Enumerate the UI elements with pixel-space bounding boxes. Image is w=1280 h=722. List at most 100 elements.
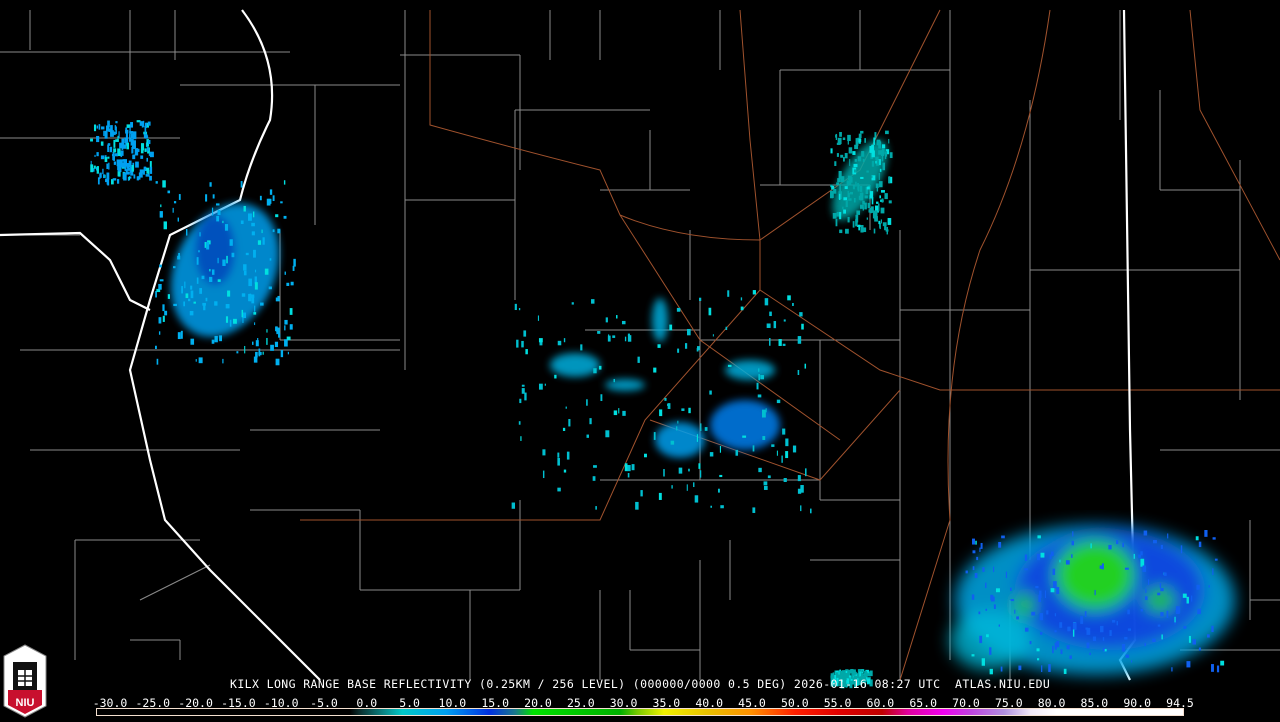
echo-speckle	[267, 198, 272, 204]
echo-speckle	[184, 281, 186, 289]
echo-speckle	[1160, 587, 1164, 592]
echo-speckle	[272, 195, 275, 202]
echo-speckle	[986, 634, 989, 638]
echo-speckle	[985, 582, 987, 589]
echo-speckle	[860, 192, 863, 196]
echo-speckle	[879, 195, 882, 199]
echo-speckle	[1211, 625, 1214, 633]
echo-speckle	[836, 142, 841, 145]
echo-speckle	[106, 163, 109, 169]
echo-speckle	[861, 669, 864, 673]
echo-speckle	[735, 449, 739, 456]
echo-speckle	[845, 228, 849, 234]
echo-speckle	[280, 350, 284, 358]
echo-speckle	[719, 446, 722, 453]
echo-speckle	[1014, 609, 1016, 614]
echo-speckle	[699, 470, 702, 478]
echo-speckle	[258, 348, 261, 357]
echo-speckle	[104, 130, 108, 139]
echo-speckle	[1212, 568, 1214, 576]
echo-speckle	[785, 451, 789, 459]
echo-speckle	[1060, 649, 1063, 655]
echo-speckle	[792, 445, 797, 453]
echo-speckle	[284, 271, 286, 275]
echo-speckle	[860, 176, 864, 179]
echo-speckle	[605, 430, 610, 438]
echo-speckle	[160, 204, 162, 208]
echo-speckle	[557, 487, 561, 492]
echo-speckle	[752, 507, 756, 513]
echo-speckle	[849, 159, 851, 166]
echo-speckle	[222, 220, 224, 224]
echo-speckle	[167, 294, 171, 299]
echo-speckle	[104, 157, 108, 163]
echo-speckle	[778, 339, 782, 346]
radar-map	[0, 9, 1280, 689]
echo-speckle	[712, 334, 714, 337]
echo-speckle	[148, 153, 151, 156]
echo-speckle	[236, 351, 239, 354]
echo-speckle	[670, 440, 675, 445]
echo-speckle	[1140, 551, 1143, 556]
echo-speckle	[694, 495, 699, 503]
echo-speckle	[266, 329, 268, 333]
echo-speckle	[1024, 554, 1028, 561]
echo-speckle	[98, 124, 101, 130]
echo-speckle	[801, 323, 804, 330]
echo-speckle	[1144, 596, 1148, 601]
echo-speckle	[840, 176, 845, 183]
echo-speckle	[980, 542, 983, 549]
echo-speckle	[704, 427, 708, 431]
echo-speckle	[856, 210, 861, 215]
echo-speckle	[740, 306, 744, 311]
echo-speckle	[275, 297, 280, 302]
echo-speckle	[1039, 631, 1043, 635]
echo-speckle	[757, 394, 762, 398]
echo-speckle	[989, 647, 992, 655]
echo-speckle	[1052, 568, 1056, 575]
echo-speckle	[580, 344, 583, 351]
echo-speckle	[571, 302, 574, 305]
echo-speckle	[284, 325, 286, 331]
echo-speckle	[240, 181, 243, 188]
echo-speckle	[618, 408, 620, 414]
echo-speckle	[861, 151, 865, 157]
echo-speckle	[149, 175, 152, 181]
echo-speckle	[1147, 579, 1150, 585]
echo-speckle	[1084, 611, 1087, 618]
echo-speckle	[259, 195, 262, 201]
echo-speckle	[190, 290, 194, 299]
echo-speckle	[622, 410, 626, 416]
echo-speckle	[1192, 639, 1196, 645]
echo-speckle	[1160, 612, 1164, 617]
echo-speckle	[769, 338, 771, 346]
echo-speckle	[763, 486, 768, 490]
echo-speckle	[146, 157, 149, 162]
echo-speckle	[1143, 530, 1148, 536]
echo-speckle	[881, 198, 884, 203]
echo-speckle	[853, 163, 858, 168]
echo-speckle	[111, 154, 115, 157]
echo-speckle	[190, 338, 195, 345]
echo-speckle	[1182, 593, 1187, 598]
echo-speckle	[879, 168, 882, 172]
echo-speckle	[101, 126, 105, 130]
echo-speckle	[109, 146, 113, 153]
echo-speckle	[243, 264, 247, 271]
echo-speckle	[229, 319, 232, 327]
echo-speckle	[525, 349, 528, 355]
echo-speckle	[776, 399, 781, 404]
echo-speckle	[833, 188, 837, 194]
echo-speckle	[586, 399, 588, 406]
echo-speckle	[247, 213, 252, 221]
echo-speckle	[252, 211, 255, 218]
echo-speckle	[284, 319, 288, 325]
echo-speckle	[268, 286, 272, 290]
echo-speckle	[871, 197, 874, 205]
echo-speckle	[1090, 543, 1092, 549]
echo-speckle	[1066, 645, 1070, 650]
echo-speckle	[998, 624, 1000, 627]
echo-speckle	[979, 635, 983, 644]
echo-speckle	[1036, 648, 1040, 652]
echo-speckle	[676, 426, 678, 431]
